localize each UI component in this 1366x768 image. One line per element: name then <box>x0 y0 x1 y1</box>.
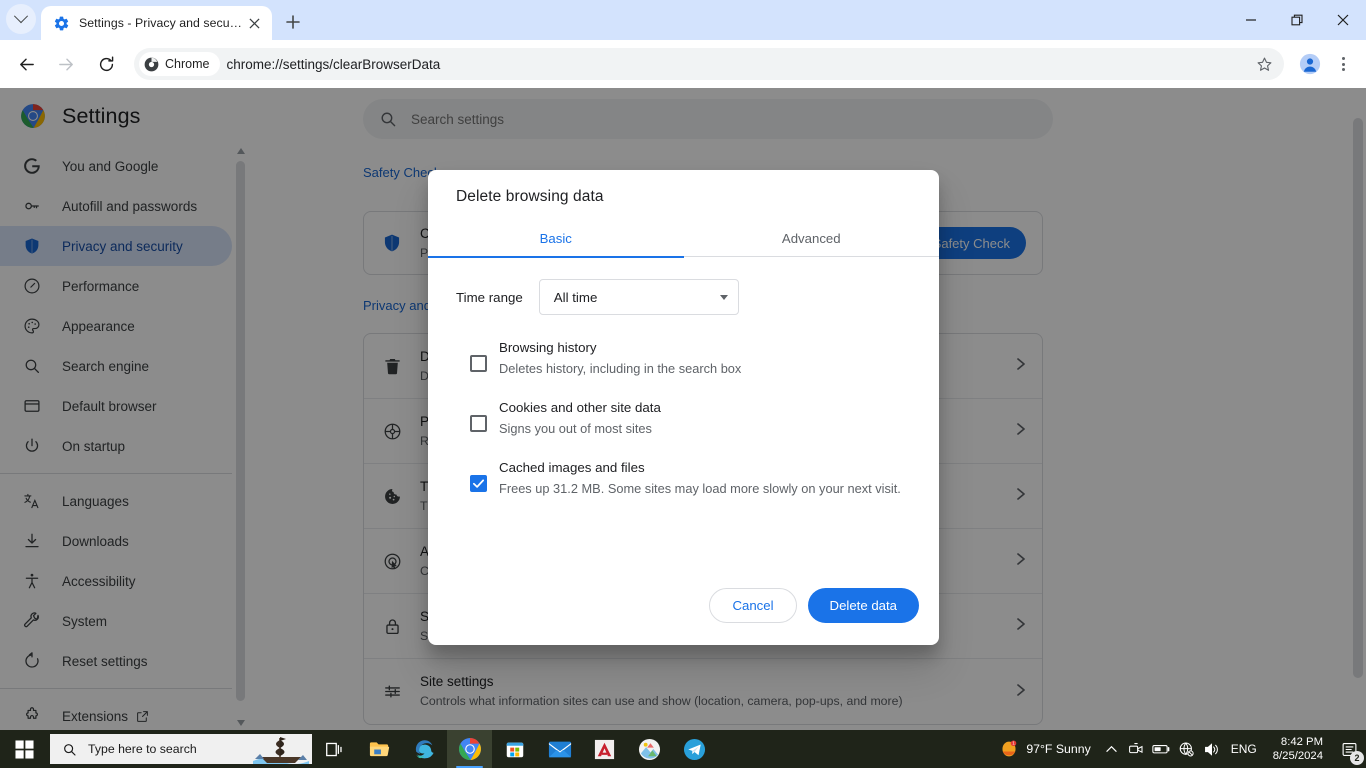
delete-browsing-data-dialog: Delete browsing data Basic Advanced Time… <box>428 170 939 645</box>
system-tray: 1 97°F Sunny ENG 8:42 PM 8/25/2024 2 <box>992 730 1366 768</box>
reload-icon <box>99 55 113 71</box>
notification-center-button[interactable]: 2 <box>1332 730 1366 768</box>
new-tab-button[interactable] <box>279 8 307 36</box>
checkmark-icon <box>472 479 485 488</box>
kebab-menu-icon[interactable] <box>1328 49 1358 79</box>
cached-images-checkbox[interactable] <box>470 475 487 492</box>
delete-options-list: Browsing history Deletes history, includ… <box>428 315 939 517</box>
google-chrome-icon[interactable] <box>447 730 492 768</box>
option-cookies-and-other-site-data[interactable]: Cookies and other site data Signs you ou… <box>428 397 939 439</box>
telegram-icon[interactable] <box>672 730 717 768</box>
task-view-icon[interactable] <box>312 730 357 768</box>
chrome-chip[interactable]: Chrome <box>139 52 221 76</box>
browsing-history-checkbox[interactable] <box>470 355 487 372</box>
browser-window: Settings - Privacy and security Chrome c… <box>0 0 1366 730</box>
profile-avatar-icon[interactable] <box>1296 50 1324 78</box>
weather-text: 97°F Sunny <box>1026 742 1091 756</box>
time-range-value: All time <box>553 289 598 305</box>
file-explorer-icon[interactable] <box>357 730 402 768</box>
arrow-right-icon <box>58 58 73 70</box>
chrome-logo-icon <box>144 57 159 71</box>
option-title: Cached images and files <box>499 460 645 475</box>
taskbar-clock[interactable]: 8:42 PM 8/25/2024 <box>1264 730 1332 768</box>
back-button[interactable] <box>10 48 42 80</box>
photos-icon[interactable] <box>627 730 672 768</box>
option-browsing-history[interactable]: Browsing history Deletes history, includ… <box>428 337 939 379</box>
windows-taskbar: Type here to search 1 97°F Sunny ENG 8:4… <box>0 730 1366 768</box>
pirate-ship-icon <box>253 737 309 764</box>
window-controls <box>1228 0 1366 40</box>
dialog-actions: Cancel Delete data <box>428 588 939 645</box>
notification-badge: 2 <box>1350 751 1364 765</box>
address-bar-url: chrome://settings/clearBrowserData <box>226 56 441 72</box>
delete-data-button[interactable]: Delete data <box>807 588 919 623</box>
time-range-row: Time range All time <box>428 257 939 315</box>
restore-icon[interactable] <box>1274 0 1320 40</box>
dialog-tabs: Basic Advanced <box>428 220 940 258</box>
reload-button[interactable] <box>90 48 122 80</box>
close-icon[interactable] <box>1320 0 1366 40</box>
time-range-select[interactable]: All time <box>538 279 739 315</box>
minimize-icon[interactable] <box>1228 0 1274 40</box>
sun-icon: 1 <box>1002 740 1017 757</box>
triangle-down-icon <box>719 294 728 300</box>
time-range-label: Time range <box>456 289 523 305</box>
cancel-button[interactable]: Cancel <box>709 588 797 623</box>
mail-icon[interactable] <box>537 730 582 768</box>
star-icon[interactable] <box>1250 50 1278 78</box>
clock-date: 8/25/2024 <box>1272 750 1323 762</box>
chevron-up-icon[interactable] <box>1099 730 1124 768</box>
network-globe-off-icon[interactable] <box>1174 730 1199 768</box>
address-bar[interactable]: Chrome chrome://settings/clearBrowserDat… <box>134 48 1284 80</box>
microsoft-edge-icon[interactable] <box>402 730 447 768</box>
option-subtitle: Signs you out of most sites <box>499 421 652 436</box>
autocad-icon[interactable] <box>582 730 627 768</box>
close-icon[interactable] <box>244 13 264 33</box>
option-title: Cookies and other site data <box>499 400 661 415</box>
browser-toolbar: Chrome chrome://settings/clearBrowserDat… <box>0 40 1366 88</box>
search-icon <box>64 743 76 756</box>
settings-gear-icon <box>54 16 69 30</box>
tab-search-button[interactable] <box>6 4 36 34</box>
battery-icon[interactable] <box>1149 730 1174 768</box>
weather-widget[interactable]: 1 97°F Sunny <box>992 730 1098 768</box>
arrow-left-icon <box>19 58 34 70</box>
cookies-checkbox[interactable] <box>470 415 487 432</box>
tab-advanced[interactable]: Advanced <box>684 220 940 257</box>
language-indicator[interactable]: ENG <box>1224 742 1264 756</box>
option-subtitle: Deletes history, including in the search… <box>499 361 742 376</box>
taskbar-search-placeholder: Type here to search <box>88 742 197 756</box>
dialog-title: Delete browsing data <box>456 188 604 205</box>
chevron-down-icon <box>13 9 29 24</box>
clock-time: 8:42 PM <box>1280 736 1323 748</box>
tab-title: Settings - Privacy and security <box>79 16 244 30</box>
tab-basic[interactable]: Basic <box>428 220 684 258</box>
browser-tab[interactable]: Settings - Privacy and security <box>41 6 272 40</box>
tab-strip: Settings - Privacy and security <box>0 0 1366 40</box>
taskbar-search-box[interactable]: Type here to search <box>50 734 312 764</box>
speaker-icon[interactable] <box>1199 730 1224 768</box>
windows-start-icon[interactable] <box>0 730 48 768</box>
option-cached-images-and-files[interactable]: Cached images and files Frees up 31.2 MB… <box>428 457 939 499</box>
forward-button[interactable] <box>50 48 82 80</box>
option-subtitle: Frees up 31.2 MB. Some sites may load mo… <box>499 481 901 496</box>
microsoft-store-icon[interactable] <box>492 730 537 768</box>
chrome-chip-label: Chrome <box>165 57 210 71</box>
plus-icon <box>286 15 300 29</box>
option-title: Browsing history <box>499 340 597 355</box>
camera-icon[interactable] <box>1124 730 1149 768</box>
